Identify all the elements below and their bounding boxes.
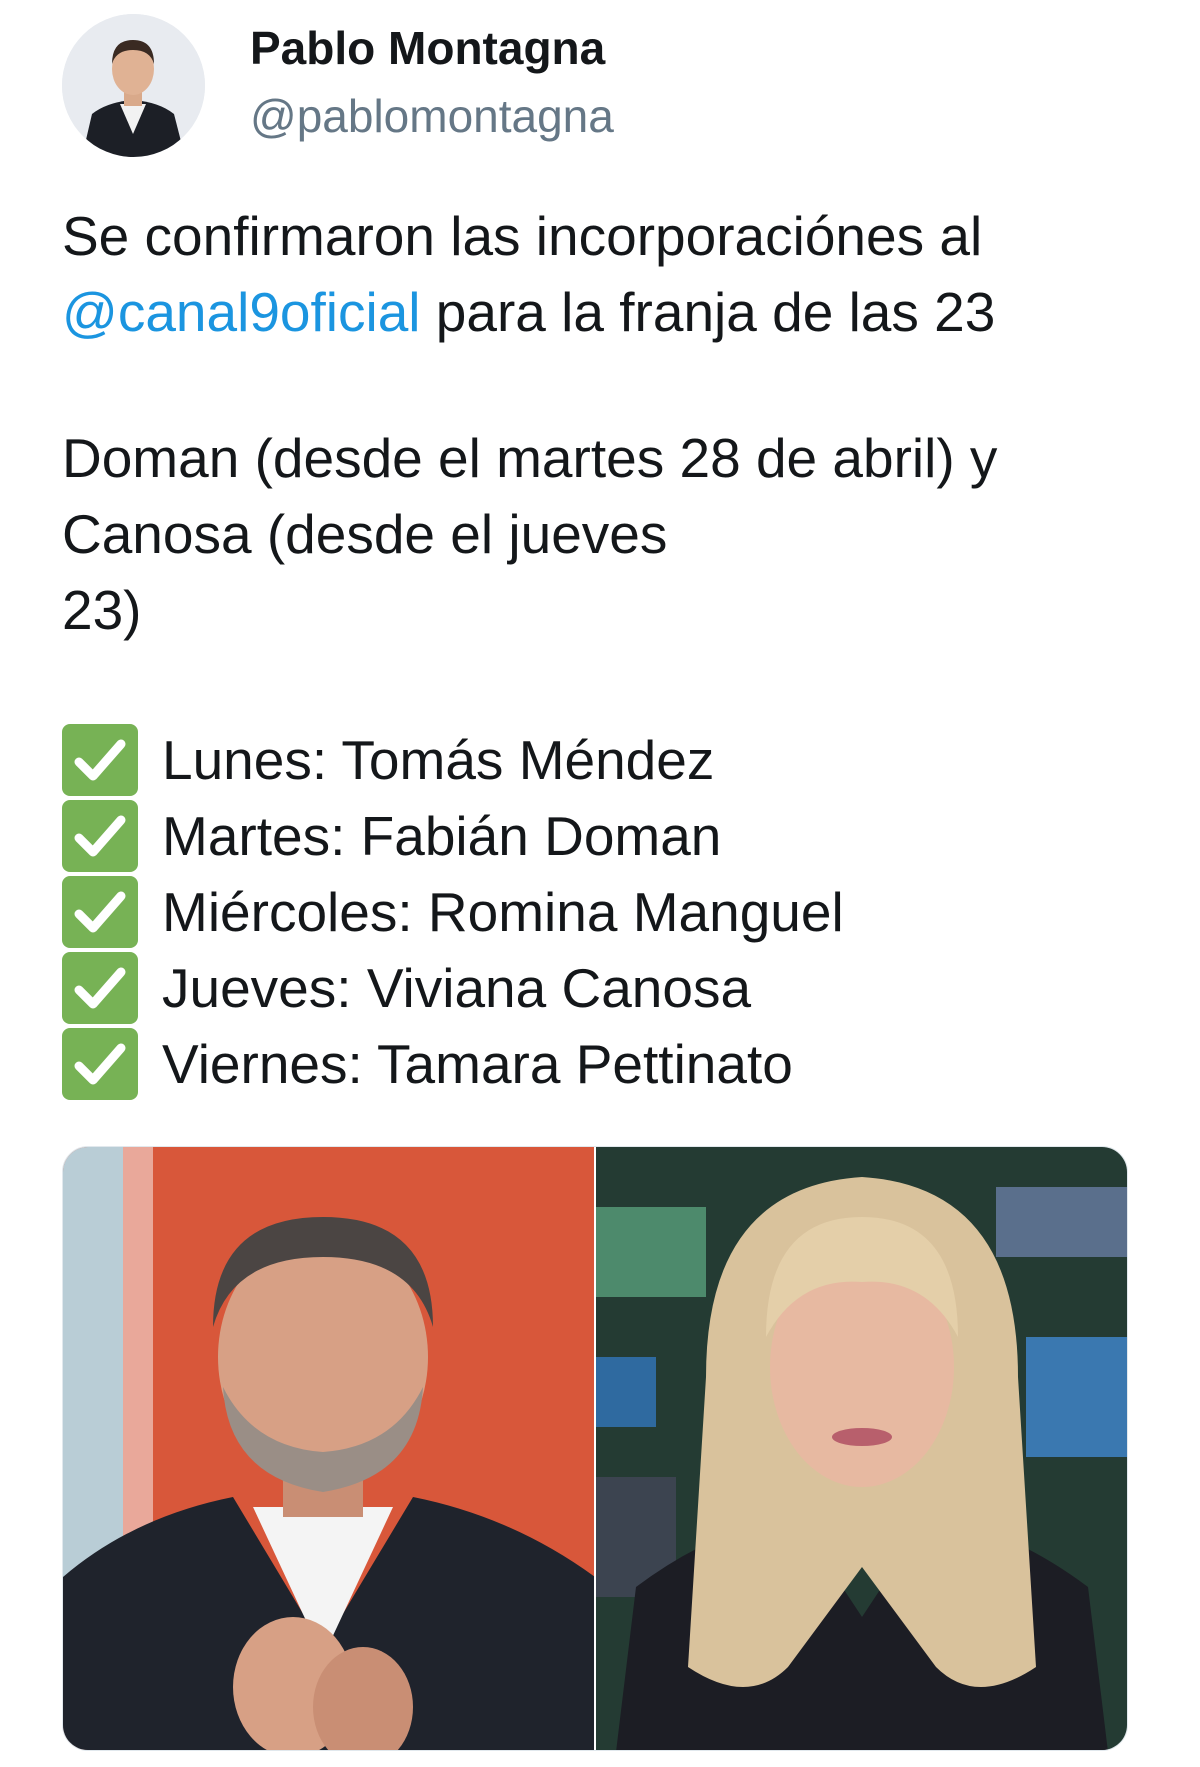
mention-link[interactable]: @canal9oficial [62,281,421,343]
check-mark-button-icon [62,800,138,872]
schedule-item: Jueves: Viviana Canosa [62,950,844,1026]
schedule-item-text: Miércoles: Romina Manguel [162,881,844,943]
schedule-item: Miércoles: Romina Manguel [62,874,844,950]
photo-man-studio[interactable] [63,1147,594,1750]
tweet-text-line: Canosa (desde el jueves [62,503,668,565]
tweet-text-line: @canal9oficial para la franja de las 23 [62,274,995,350]
tweet-paragraph-2: Doman (desde el martes 28 de abril) y Ca… [62,420,997,648]
author-display-name[interactable]: Pablo Montagna [250,20,605,76]
tweet-media[interactable] [62,1146,1128,1751]
tweet-text-fragment: para la franja de las 23 [420,281,996,343]
tweet-paragraph-1: Se confirmaron las incorporaciónes al @c… [62,198,995,350]
schedule-item-text: Martes: Fabián Doman [162,805,722,867]
schedule-list: Lunes: Tomás Méndez Martes: Fabián Doman… [62,722,844,1102]
schedule-item: Martes: Fabián Doman [62,798,844,874]
schedule-item: Viernes: Tamara Pettinato [62,1026,844,1102]
check-mark-button-icon [62,952,138,1024]
avatar[interactable] [62,14,205,157]
tweet-card: Pablo Montagna @pablomontagna Se confirm… [0,0,1200,1767]
check-mark-button-icon [62,876,138,948]
check-mark-button-icon [62,724,138,796]
schedule-item-text: Jueves: Viviana Canosa [162,957,752,1019]
tweet-text-line: Se confirmaron las incorporaciónes al [62,205,983,267]
photo-woman-studio[interactable] [596,1147,1127,1750]
schedule-item: Lunes: Tomás Méndez [62,722,844,798]
author-handle[interactable]: @pablomontagna [250,88,614,144]
schedule-item-text: Viernes: Tamara Pettinato [162,1033,793,1095]
schedule-item-text: Lunes: Tomás Méndez [162,729,715,791]
tweet-text-line: Doman (desde el martes 28 de abril) y [62,427,998,489]
tweet-text-line: 23) [62,579,142,641]
check-mark-button-icon [62,1028,138,1100]
